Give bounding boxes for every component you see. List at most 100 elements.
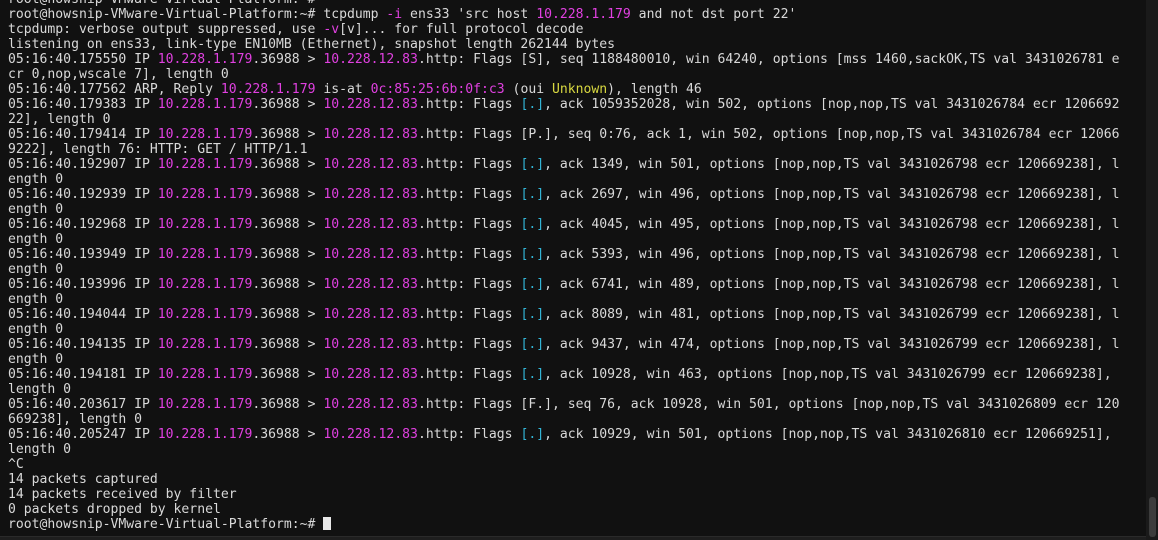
output-text: .http: Flags (417, 337, 521, 352)
output-text: 05:16:40.194044 IP (8, 307, 158, 322)
terminal-line: 05:16:40.194044 IP 10.228.1.179.36988 > … (8, 307, 1142, 322)
highlighted-text: 10.228.12.83 (323, 97, 418, 112)
output-text: , ack 4045, win 495, options [nop,nop,TS… (544, 217, 1120, 232)
highlighted-text: 10.228.12.83 (323, 337, 418, 352)
output-text: tcpdump: verbose output suppressed, use (8, 22, 324, 37)
output-text: 05:16:40.175550 IP (8, 52, 158, 67)
highlighted-text: 10.228.1.179 (157, 97, 253, 112)
output-text: , ack 10928, win 463, options [nop,nop,T… (544, 367, 1112, 382)
highlighted-text: [.] (520, 307, 545, 322)
highlighted-text: [.] (520, 97, 545, 112)
output-text: ength 0 (8, 202, 64, 217)
text-cursor (323, 517, 332, 530)
highlighted-text: [.] (520, 217, 545, 232)
highlighted-text: 10.228.1.179 (157, 217, 253, 232)
output-text: .http: Flags (417, 97, 521, 112)
highlighted-text: -v (323, 22, 340, 37)
highlighted-text: [.] (520, 337, 545, 352)
highlighted-text: 10.228.1.179 (157, 157, 253, 172)
output-text: [v]... for full protocol decode (339, 22, 584, 37)
terminal-line: 05:16:40.179414 IP 10.228.1.179.36988 > … (8, 127, 1142, 142)
output-text: 22], length 0 (8, 112, 111, 127)
output-text: , ack 1349, win 501, options [nop,nop,TS… (544, 157, 1120, 172)
terminal-line: root@howsnip-VMware-Virtual-Platform:~# (8, 0, 1142, 7)
highlighted-text: 0c:85:25:6b:0f:c3 (370, 82, 505, 97)
terminal-line: 05:16:40.193996 IP 10.228.1.179.36988 > … (8, 277, 1142, 292)
output-text: 05:16:40.192968 IP (8, 217, 158, 232)
bottom-edge (0, 536, 1146, 540)
output-text: .http: Flags [F.], seq 76, ack 10928, wi… (417, 397, 1120, 412)
output-text: root@howsnip-VMware-Virtual-Platform:~# … (8, 7, 387, 22)
output-text: .http: Flags [S], seq 1188480010, win 64… (417, 52, 1120, 67)
highlighted-text: -i (386, 7, 403, 22)
terminal-line: 14 packets captured (8, 472, 1142, 487)
terminal-line: ength 0 (8, 202, 1142, 217)
terminal-window[interactable]: root@howsnip-VMware-Virtual-Platform:~# … (0, 0, 1158, 540)
vertical-scrollbar[interactable] (1146, 0, 1158, 540)
output-text: .36988 > (252, 157, 324, 172)
highlighted-text: 10.228.1.179 (157, 397, 253, 412)
terminal-line: 14 packets received by filter (8, 487, 1142, 502)
output-text: length 0 (8, 442, 72, 457)
terminal-line: 05:16:40.205247 IP 10.228.1.179.36988 > … (8, 427, 1142, 442)
output-text: .http: Flags (417, 277, 521, 292)
output-text: .http: Flags [P.], seq 0:76, ack 1, win … (417, 127, 1120, 142)
scrollbar-thumb[interactable] (1149, 497, 1156, 537)
terminal-line: 22], length 0 (8, 112, 1142, 127)
terminal-line: 05:16:40.192939 IP 10.228.1.179.36988 > … (8, 187, 1142, 202)
highlighted-text: 10.228.1.179 (157, 307, 253, 322)
output-text: , ack 1059352028, win 502, options [nop,… (544, 97, 1120, 112)
terminal-line: 669238], length 0 (8, 412, 1142, 427)
terminal-line: ength 0 (8, 172, 1142, 187)
output-text: , ack 8089, win 481, options [nop,nop,TS… (544, 307, 1120, 322)
output-text: 9222], length 76: HTTP: GET / HTTP/1.1 (8, 142, 308, 157)
highlighted-text: 10.228.1.179 (536, 7, 631, 22)
output-text: .36988 > (252, 187, 324, 202)
output-text: 05:16:40.203617 IP (8, 397, 158, 412)
output-text: .http: Flags (417, 187, 521, 202)
highlighted-text: 10.228.1.179 (157, 127, 253, 142)
terminal-line: 05:16:40.175550 IP 10.228.1.179.36988 > … (8, 52, 1142, 67)
output-text: ength 0 (8, 352, 64, 367)
output-text: .http: Flags (417, 217, 521, 232)
highlighted-text: 10.228.12.83 (323, 217, 418, 232)
output-text: ength 0 (8, 172, 64, 187)
highlighted-text: 10.228.1.179 (157, 337, 253, 352)
output-text: 05:16:40.179383 IP (8, 97, 158, 112)
output-text: 0 packets dropped by kernel (8, 502, 221, 517)
highlighted-text: 10.228.12.83 (323, 397, 418, 412)
highlighted-text: 10.228.1.179 (157, 247, 253, 262)
highlighted-text: 10.228.12.83 (323, 52, 418, 67)
terminal-line: cr 0,nop,wscale 7], length 0 (8, 67, 1142, 82)
terminal-output[interactable]: root@howsnip-VMware-Virtual-Platform:~# … (8, 0, 1142, 532)
output-text: .http: Flags (417, 247, 521, 262)
highlighted-text: 10.228.12.83 (323, 367, 418, 382)
output-text: .36988 > (252, 427, 324, 442)
output-text: .36988 > (252, 367, 324, 382)
output-text: 05:16:40.193996 IP (8, 277, 158, 292)
terminal-line: ength 0 (8, 232, 1142, 247)
output-text: .http: Flags (417, 157, 521, 172)
highlighted-text: 10.228.12.83 (323, 277, 418, 292)
output-text: .36988 > (252, 247, 324, 262)
output-text: ength 0 (8, 292, 64, 307)
output-text: , ack 10929, win 501, options [nop,nop,T… (544, 427, 1112, 442)
terminal-line: 05:16:40.192968 IP 10.228.1.179.36988 > … (8, 217, 1142, 232)
output-text: .36988 > (252, 217, 324, 232)
terminal-line: root@howsnip-VMware-Virtual-Platform:~# … (8, 7, 1142, 22)
output-text: , ack 6741, win 489, options [nop,nop,TS… (544, 277, 1120, 292)
terminal-line: 9222], length 76: HTTP: GET / HTTP/1.1 (8, 142, 1142, 157)
output-text: .http: Flags (417, 367, 521, 382)
output-text: .http: Flags (417, 307, 521, 322)
output-text: is-at (315, 82, 371, 97)
output-text: 14 packets received by filter (8, 487, 237, 502)
terminal-line: ength 0 (8, 292, 1142, 307)
output-text: root@howsnip-VMware-Virtual-Platform:~# (8, 0, 323, 7)
highlighted-text: 10.228.12.83 (323, 187, 418, 202)
output-text: ength 0 (8, 262, 64, 277)
output-text: .36988 > (252, 307, 324, 322)
highlighted-text: 10.228.12.83 (323, 127, 418, 142)
highlighted-text: [.] (520, 157, 545, 172)
output-text: 05:16:40.177562 ARP, Reply (8, 82, 221, 97)
output-text: ength 0 (8, 322, 64, 337)
